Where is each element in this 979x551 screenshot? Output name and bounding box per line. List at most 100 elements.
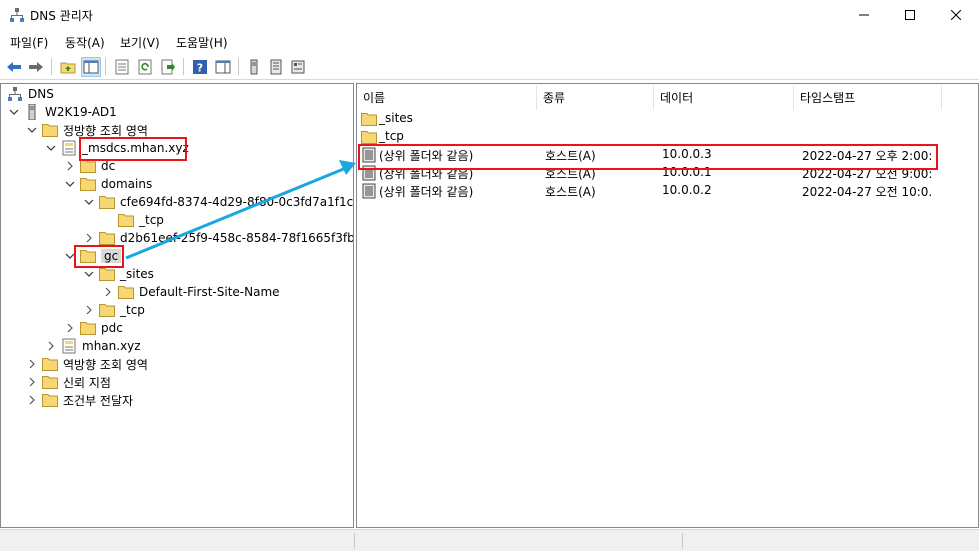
show-hide-tree-button[interactable] (81, 57, 101, 77)
chevron-down-icon[interactable] (44, 139, 58, 157)
chevron-right-icon[interactable] (63, 157, 77, 175)
chevron-right-icon[interactable] (25, 373, 39, 391)
record-timestamp: 2022-04-27 오전 9:00:... (802, 167, 932, 181)
menu-file[interactable]: 파일(F) (10, 34, 48, 51)
record-name: (상위 폴더와 같음) (379, 185, 474, 199)
tree-item-domains[interactable]: domains (63, 175, 152, 193)
folder-icon (361, 112, 377, 129)
record-type: 호스트(A) (545, 167, 596, 181)
record-list-icon (270, 59, 282, 75)
list-item-folder[interactable]: _sites (357, 110, 978, 128)
tree-label: mhan.xyz (82, 339, 141, 353)
column-header-type[interactable]: 종류 (537, 86, 654, 110)
title-bar: DNS 관리자 (0, 0, 979, 30)
tree-label: dc (101, 159, 116, 173)
folder-icon (118, 284, 134, 300)
export-list-button[interactable] (158, 57, 178, 77)
tree-item-domain-guid[interactable]: d2b61eef-25f9-458c-8584-78f1665f3fb8 (82, 229, 353, 247)
folder-icon (99, 302, 115, 318)
folder-icon (361, 130, 377, 147)
tree-label: _tcp (139, 213, 164, 227)
tree-item-gc[interactable]: gc (63, 247, 122, 265)
minimize-button[interactable] (841, 0, 887, 30)
list-item-folder[interactable]: _tcp (357, 128, 978, 146)
column-header-name[interactable]: 이름 (357, 86, 537, 110)
chevron-right-icon[interactable] (101, 283, 115, 301)
help-button[interactable]: ? (190, 57, 210, 77)
tree-label: DNS (28, 87, 54, 101)
maximize-button[interactable] (887, 0, 933, 30)
toolbar: ? (0, 53, 979, 80)
column-header-data[interactable]: 데이터 (654, 86, 794, 110)
record-view-button[interactable] (288, 57, 308, 77)
chevron-right-icon[interactable] (25, 391, 39, 409)
export-list-icon (161, 59, 175, 75)
properties-icon (115, 59, 129, 75)
forward-button[interactable] (26, 57, 46, 77)
chevron-right-icon[interactable] (25, 355, 39, 373)
chevron-right-icon[interactable] (82, 229, 96, 247)
tree-item-server[interactable]: W2K19-AD1 (7, 103, 117, 121)
server-icon (24, 104, 40, 120)
tree-item-dc[interactable]: dc (63, 157, 115, 175)
menu-action[interactable]: 동작(A) (65, 34, 105, 51)
close-button[interactable] (933, 0, 979, 30)
record-name: _sites (379, 111, 413, 125)
tree-label: Default-First-Site-Name (139, 285, 280, 299)
zone-icon (61, 338, 77, 354)
menu-help[interactable]: 도움말(H) (176, 34, 228, 51)
up-folder-icon (60, 62, 76, 74)
refresh-button[interactable] (135, 57, 155, 77)
tree-label: W2K19-AD1 (45, 105, 117, 119)
tree-item-tcp[interactable]: _tcp (82, 301, 145, 319)
folder-icon (118, 212, 134, 228)
record-name: _tcp (379, 129, 404, 143)
tree-item-trust-points[interactable]: 신뢰 지점 (25, 373, 111, 391)
tree-item-reverse-zones[interactable]: 역방향 조회 영역 (25, 355, 148, 373)
tree-item-default-site[interactable]: Default-First-Site-Name (101, 283, 280, 301)
table-row[interactable]: (상위 폴더와 같음) 호스트(A) 10.0.0.1 2022-04-27 오… (357, 164, 978, 182)
chevron-right-icon[interactable] (82, 301, 96, 319)
tree-label: _msdcs.mhan.xyz (82, 141, 189, 155)
folder-icon (42, 392, 58, 408)
record-type: 호스트(A) (545, 185, 596, 199)
menu-view[interactable]: 보기(V) (120, 34, 160, 51)
properties-button[interactable] (112, 57, 132, 77)
chevron-right-icon[interactable] (44, 337, 58, 355)
record-list-button[interactable] (266, 57, 286, 77)
folder-icon (99, 230, 115, 246)
record-view-icon (291, 60, 305, 74)
result-list[interactable]: 이름 종류 데이터 타임스탬프 _sites _tcp (상위 폴더와 같음) … (356, 83, 979, 528)
tree-item-msdcs-zone[interactable]: _msdcs.mhan.xyz (44, 139, 189, 157)
tree-item-forward-zones[interactable]: 정방향 조회 영역 (25, 121, 148, 139)
chevron-down-icon[interactable] (25, 121, 39, 139)
tree-item-domain-guid[interactable]: cfe694fd-8374-4d29-8f80-0c3fd7a1f1cd (82, 193, 353, 211)
console-tree[interactable]: DNS W2K19-AD1 정방향 조회 영역 _msdcs.mhan.xyz … (0, 83, 354, 528)
chevron-down-icon[interactable] (82, 265, 96, 283)
action-pane-button[interactable] (213, 57, 233, 77)
table-row[interactable]: (상위 폴더와 같음) 호스트(A) 10.0.0.3 2022-04-27 오… (357, 146, 978, 164)
host-record-icon (361, 183, 377, 202)
back-button[interactable] (4, 57, 24, 77)
folder-icon (80, 320, 96, 336)
tree-item-dns[interactable]: DNS (7, 85, 54, 103)
folder-icon (80, 176, 96, 192)
server-button[interactable] (244, 57, 264, 77)
chevron-right-icon[interactable] (63, 319, 77, 337)
up-folder-button[interactable] (58, 57, 78, 77)
tree-item-conditional-forwarders[interactable]: 조건부 전달자 (25, 391, 133, 409)
maximize-icon (905, 10, 915, 20)
chevron-down-icon[interactable] (82, 193, 96, 211)
status-bar (0, 529, 979, 551)
column-header-timestamp[interactable]: 타임스탬프 (794, 86, 942, 110)
tree-label: gc (101, 249, 122, 263)
chevron-down-icon[interactable] (63, 175, 77, 193)
tree-label: pdc (101, 321, 123, 335)
tree-item-mhan-zone[interactable]: mhan.xyz (44, 337, 141, 355)
tree-item-tcp[interactable]: _tcp (118, 211, 164, 229)
tree-item-pdc[interactable]: pdc (63, 319, 123, 337)
chevron-down-icon[interactable] (7, 103, 21, 121)
tree-item-sites[interactable]: _sites (82, 265, 154, 283)
chevron-down-icon[interactable] (63, 247, 77, 265)
table-row[interactable]: (상위 폴더와 같음) 호스트(A) 10.0.0.2 2022-04-27 오… (357, 182, 978, 200)
